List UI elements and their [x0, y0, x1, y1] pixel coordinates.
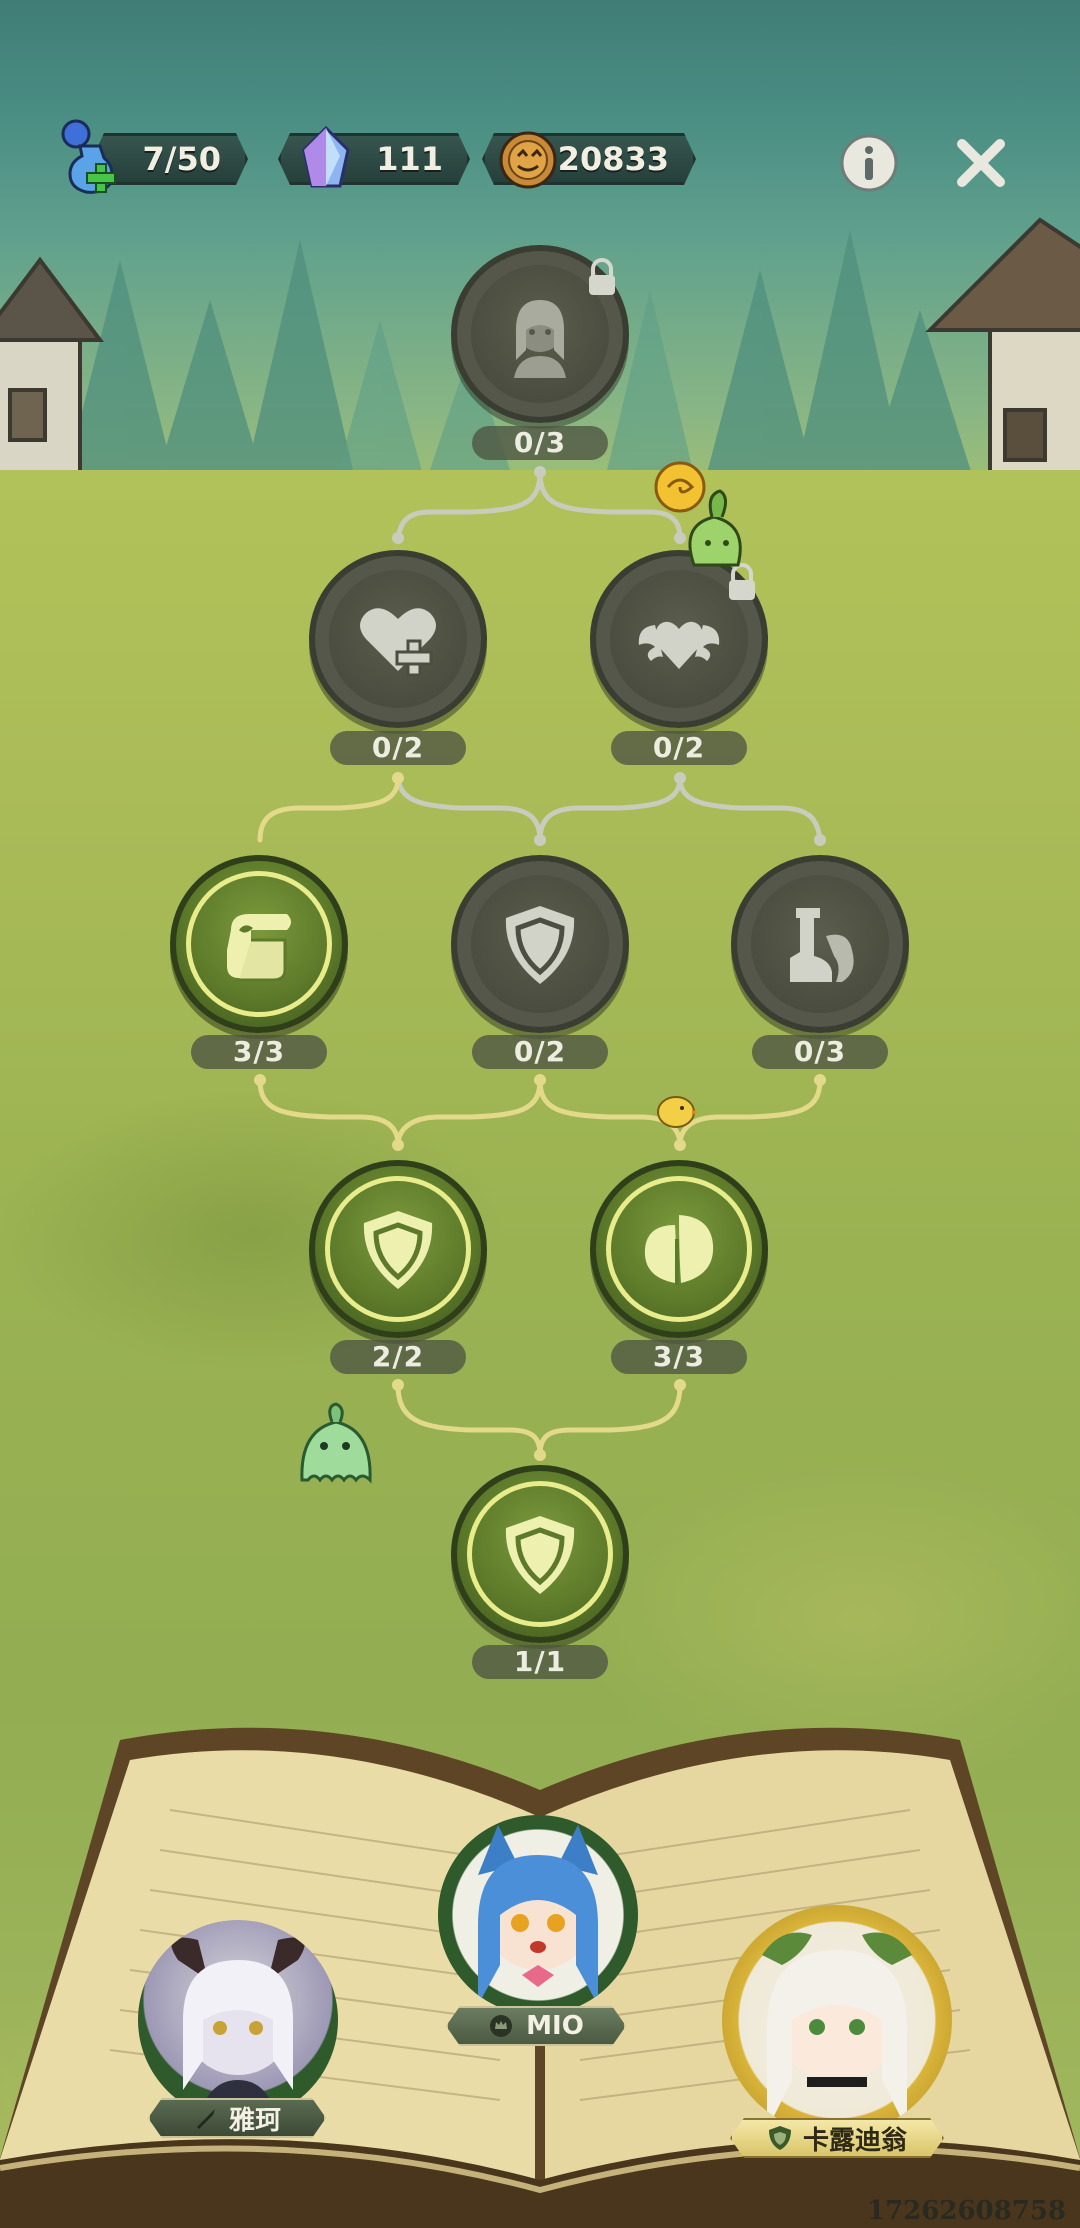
chick-icon	[657, 1096, 698, 1128]
crown-icon	[488, 2013, 514, 2039]
scroll-icon	[227, 914, 291, 982]
leaf-icon	[644, 1215, 714, 1285]
skill-node-shield-mid[interactable]	[451, 855, 629, 1033]
watermark-id: 1726260875​8	[867, 2196, 1066, 2226]
character-portrait-right-selected[interactable]	[722, 1905, 952, 2135]
character-portrait-left[interactable]	[138, 1920, 338, 2120]
slime-mascot-icon	[300, 1402, 372, 1484]
sprout-mascot-icon	[654, 461, 742, 567]
game-scene: 7/50 111 20833 0/3 0/2 0/2 3/3 0/2 0/3 2…	[0, 0, 1080, 2228]
shield-icon	[505, 906, 575, 984]
skill-level-shield-left: 2/2	[330, 1340, 466, 1374]
skill-level-top: 0/3	[472, 426, 608, 460]
lock-icon	[589, 258, 615, 295]
skill-node-boots[interactable]	[731, 855, 909, 1033]
shield-icon	[767, 2124, 793, 2152]
skill-node-shield-left[interactable]	[309, 1160, 487, 1338]
character-name-right-text: 卡露迪翁	[802, 2125, 907, 2156]
boots-icon	[790, 908, 854, 982]
skill-level-boots: 0/3	[752, 1035, 888, 1069]
character-name-left-text: 雅珂	[228, 2105, 281, 2136]
character-name-left[interactable]: 雅珂	[148, 2098, 326, 2138]
coin-value: 20833	[557, 140, 669, 178]
skill-node-bottom[interactable]	[451, 1465, 629, 1643]
skill-level-winged-heart: 0/2	[611, 731, 747, 765]
character-name-right[interactable]: 卡露迪翁	[730, 2118, 944, 2158]
stamina-potion-icon[interactable]	[56, 118, 128, 196]
skill-level-heal: 0/2	[330, 731, 466, 765]
skill-level-shield-mid: 0/2	[472, 1035, 608, 1069]
demon-girl-avatar	[171, 1937, 305, 2120]
shield-icon	[505, 1516, 575, 1594]
heart-plus-icon	[360, 608, 436, 677]
skill-level-scroll: 3/3	[191, 1035, 327, 1069]
character-portrait-center[interactable]	[438, 1815, 638, 2015]
character-portrait-icon	[514, 300, 566, 378]
crystal-value: 111	[376, 140, 443, 178]
info-button[interactable]	[838, 132, 900, 194]
close-button[interactable]	[950, 132, 1012, 194]
skill-node-leaf[interactable]	[590, 1160, 768, 1338]
character-name-center-text: MIO	[526, 2011, 584, 2041]
skill-node-scroll[interactable]	[170, 855, 348, 1033]
skill-level-leaf: 3/3	[611, 1340, 747, 1374]
skill-level-bottom: 1/1	[472, 1645, 608, 1679]
laurel-girl-avatar	[762, 1932, 912, 2130]
skill-node-heal[interactable]	[309, 550, 487, 728]
shield-icon	[363, 1211, 433, 1289]
sword-icon	[193, 2105, 219, 2131]
pumpkin-coin-icon	[499, 131, 557, 189]
winged-heart-icon	[638, 621, 720, 669]
maid-girl-avatar	[478, 1825, 598, 2005]
character-name-center[interactable]: MIO	[446, 2006, 626, 2046]
stamina-value: 7/50	[142, 140, 221, 178]
crystal-icon	[302, 126, 350, 188]
